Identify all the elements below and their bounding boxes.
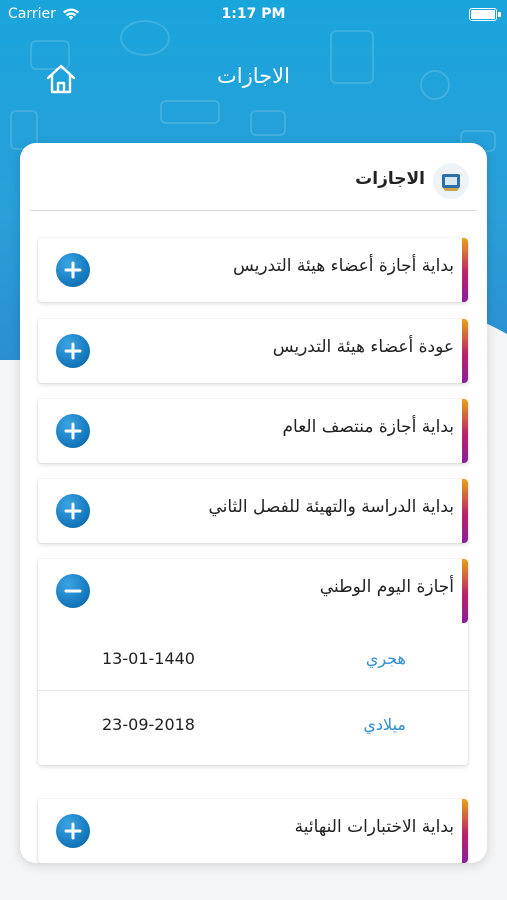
collapse-minus-icon[interactable] [56,574,90,608]
accent-bar [462,319,468,383]
expand-plus-icon[interactable] [56,253,90,287]
detail-row-hijri: هجري 13-01-1440 [38,629,468,693]
battery-icon [469,8,501,21]
list-item-expanded[interactable]: أجازة اليوم الوطني هجري 13-01-1440 ميلاد… [38,559,468,765]
university-logo-icon [433,163,469,199]
detail-key: هجري [365,649,406,668]
divider [38,690,468,691]
list-item[interactable]: بداية الدراسة والتهيئة للفصل الثاني [38,479,468,543]
expand-plus-icon[interactable] [56,334,90,368]
status-bar: Carrier 1:17 PM [0,0,507,30]
status-time: 1:17 PM [221,6,286,22]
accent-bar [462,799,468,863]
card-header: الاجازات [30,143,477,211]
detail-key: ميلادي [363,715,406,734]
expand-plus-icon[interactable] [56,814,90,848]
detail-value: 23-09-2018 [102,715,195,734]
item-label: بداية الاختبارات النهائية [294,817,454,837]
item-label: عودة أعضاء هيئة التدريس [272,337,454,357]
page-title: الاجازات [217,64,290,88]
expand-plus-icon[interactable] [56,414,90,448]
accent-bar [462,559,468,623]
accent-bar [462,479,468,543]
holidays-card: الاجازات بداية أجازة أعضاء هيئة التدريس … [20,143,487,863]
list-item[interactable]: بداية الاختبارات النهائية [38,799,468,863]
expand-plus-icon[interactable] [56,494,90,528]
accent-bar [462,399,468,463]
item-label: بداية الدراسة والتهيئة للفصل الثاني [208,497,454,517]
card-title: الاجازات [355,169,425,189]
accent-bar [462,238,468,302]
item-label: بداية أجازة أعضاء هيئة التدريس [232,256,454,276]
list-item[interactable]: عودة أعضاء هيئة التدريس [38,319,468,383]
list-item[interactable]: بداية أجازة أعضاء هيئة التدريس [38,238,468,302]
detail-row-gregorian: ميلادي 23-09-2018 [38,695,468,759]
list-item[interactable]: بداية أجازة منتصف العام [38,399,468,463]
detail-value: 13-01-1440 [102,649,195,668]
item-label: أجازة اليوم الوطني [319,577,454,597]
item-label: بداية أجازة منتصف العام [282,417,454,437]
